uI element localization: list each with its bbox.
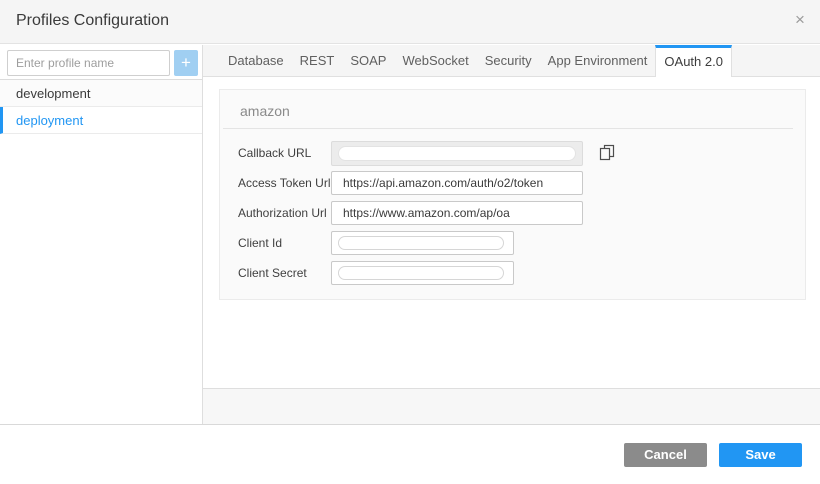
save-button[interactable]: Save [719,443,802,467]
settings-tabbar: Database REST SOAP WebSocket Security Ap… [203,45,820,77]
field-row-authorization-url: Authorization Url [220,198,805,228]
oauth-fields: Callback URL [220,129,805,288]
tab-soap[interactable]: SOAP [342,45,394,76]
profiles-sidebar: + development deployment [0,45,203,424]
provider-title: amazon [220,90,805,128]
amazon-oauth-panel: amazon Callback URL [219,89,806,300]
tab-security[interactable]: Security [477,45,540,76]
profile-add-row: + [0,45,202,80]
dialog-body: + development deployment Database REST S… [0,45,820,425]
field-row-callback-url: Callback URL [220,138,805,168]
sidebar-item-development[interactable]: development [0,80,202,107]
dialog-header: Profiles Configuration × [0,0,820,44]
add-profile-button[interactable]: + [174,50,198,76]
access-token-url-input[interactable] [331,171,583,195]
client-id-input[interactable] [331,231,514,255]
oauth-tab-content: amazon Callback URL [203,77,820,388]
authorization-url-label: Authorization Url [238,206,331,220]
tab-websocket[interactable]: WebSocket [394,45,476,76]
close-icon[interactable]: × [790,10,810,30]
field-row-client-id: Client Id [220,228,805,258]
dialog-title: Profiles Configuration [16,12,169,30]
tab-database[interactable]: Database [220,45,292,76]
redacted-callback-url-value [338,146,576,161]
profile-settings-panel: Database REST SOAP WebSocket Security Ap… [203,45,820,424]
redacted-client-id-value [338,236,504,250]
redacted-client-secret-value [338,266,504,280]
profile-name-input[interactable] [7,50,170,76]
access-token-url-label: Access Token Url [238,176,331,190]
tab-rest[interactable]: REST [292,45,343,76]
copy-icon[interactable] [597,143,617,163]
copy-icon-glyph [598,144,616,162]
field-row-access-token-url: Access Token Url [220,168,805,198]
field-row-client-secret: Client Secret [220,258,805,288]
client-id-label: Client Id [238,236,331,250]
cancel-button[interactable]: Cancel [624,443,707,467]
authorization-url-input[interactable] [331,201,583,225]
panel-footer-strip [203,388,820,424]
sidebar-item-deployment[interactable]: deployment [0,107,202,134]
profiles-configuration-dialog: Profiles Configuration × + development d… [0,0,820,484]
client-secret-label: Client Secret [238,266,331,280]
callback-url-label: Callback URL [238,146,331,160]
dialog-footer: Cancel Save [0,426,820,484]
callback-url-input [331,141,583,166]
tab-app-environment[interactable]: App Environment [540,45,656,76]
client-secret-input[interactable] [331,261,514,285]
tab-oauth-2-0[interactable]: OAuth 2.0 [655,45,732,77]
